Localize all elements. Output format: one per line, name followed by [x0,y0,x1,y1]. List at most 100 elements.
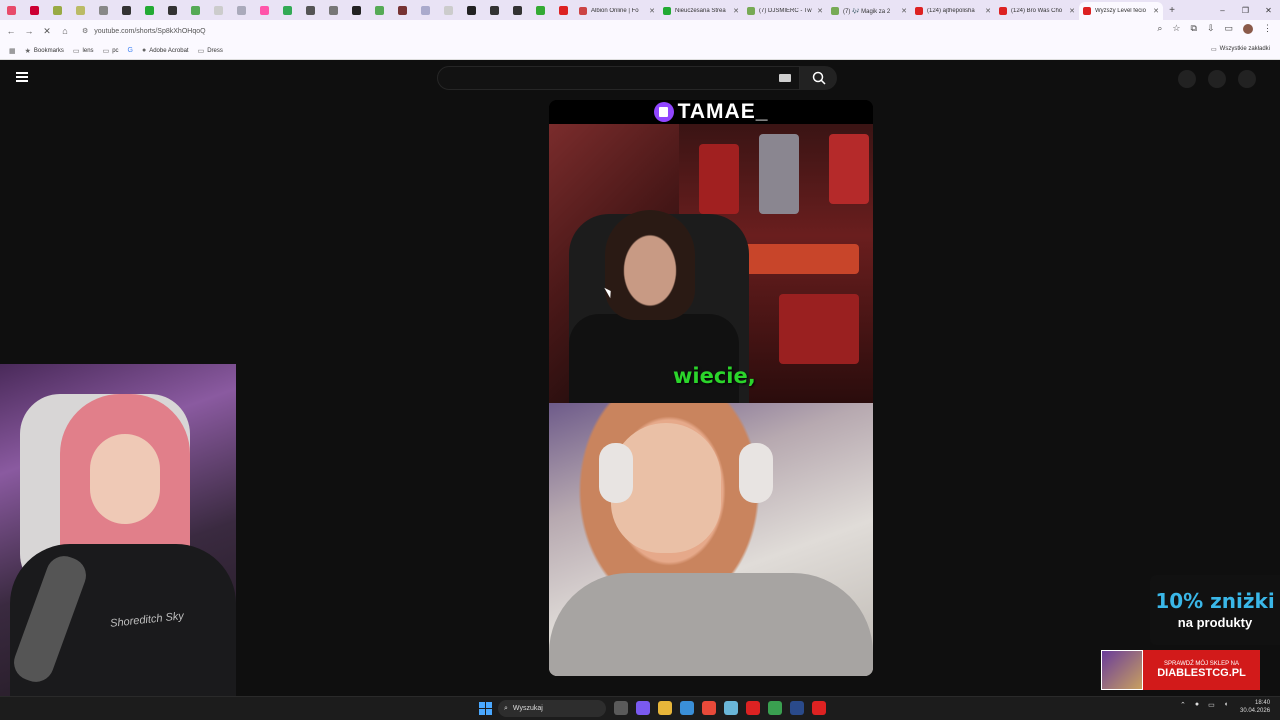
keyboard-icon[interactable] [779,74,791,82]
tab-title: Nieuczesana Strea [675,8,726,14]
cast-icon[interactable]: ▭ [1224,23,1233,34]
tab[interactable]: (7) DJSMIERC - Tw ✕ [743,2,827,20]
stop-icon[interactable]: ✕ [40,26,54,37]
system-tray: ⌃ ● ▭ ◖ [1180,701,1228,709]
pinned-tab[interactable] [23,0,46,20]
taskbar-app-icon[interactable] [790,701,804,715]
tab-favicon-icon [559,5,568,15]
network-icon[interactable]: ▭ [1208,701,1215,709]
tray-chevron-icon[interactable]: ⌃ [1180,701,1186,709]
pinned-tab[interactable] [230,0,253,20]
taskbar-app-icon[interactable] [768,701,782,715]
url-field[interactable]: ⚙ youtube.com/shorts/Sp8kXhOHqoQ [78,23,1158,39]
pinned-tab[interactable] [253,0,276,20]
bookmark-star-icon[interactable]: ☆ [1172,23,1180,34]
pinned-tab[interactable] [391,0,414,20]
pinned-tab[interactable] [322,0,345,20]
minimize-icon[interactable]: – [1211,6,1234,15]
extensions-icon[interactable]: ⧉ [1191,23,1197,34]
bookmark-folder[interactable]: ▭ pc [103,47,119,55]
pinned-tab[interactable] [138,0,161,20]
url-text: youtube.com/shorts/Sp8kXhOHqoQ [94,27,206,35]
hamburger-menu-icon[interactable] [14,70,30,84]
taskbar-app-icon[interactable] [746,701,760,715]
pinned-tab[interactable] [483,0,506,20]
taskbar-search[interactable]: ⌕ Wyszukaj [498,700,606,717]
pinned-tab[interactable] [46,0,69,20]
tab-close-icon[interactable]: ✕ [733,7,739,15]
tab[interactable]: (124) Bro Was Cho ✕ [995,2,1079,20]
tab[interactable]: (7) 🎶 Magik za 2 ✕ [827,2,911,20]
start-button[interactable] [479,702,492,715]
tab[interactable]: Albion Online | Fo ✕ [575,2,659,20]
pinned-tab[interactable] [207,0,230,20]
notifications-icon[interactable] [1208,70,1226,88]
pinned-tab[interactable] [0,0,23,20]
pinned-tab[interactable] [437,0,460,20]
pinned-tab[interactable] [529,0,552,20]
zoom-icon[interactable]: ⌕ [1157,23,1162,34]
streamer-video-top: wiecie, [549,124,873,403]
taskbar-app-icon[interactable] [614,701,628,715]
tab-title: Albion Online | Fo [591,8,639,14]
new-tab-button[interactable]: + [1163,5,1181,16]
pinned-tab[interactable] [299,0,322,20]
pinned-tab[interactable] [276,0,299,20]
tab-close-icon[interactable]: ✕ [1153,7,1159,15]
shorts-video-player[interactable]: TAMAE_ wiecie, [549,100,873,676]
taskbar-app-icon[interactable] [658,701,672,715]
create-icon[interactable] [1178,70,1196,88]
pinned-tab[interactable] [506,0,529,20]
pinned-tab[interactable] [414,0,437,20]
streamer-video-bottom [549,403,873,676]
account-avatar[interactable] [1238,70,1256,88]
channel-name: TAMAE_ [677,100,769,123]
maximize-icon[interactable]: ❐ [1234,6,1257,15]
taskbar-app-icon[interactable] [724,701,738,715]
mic-icon[interactable]: ● [1195,701,1199,709]
pinned-tab[interactable] [69,0,92,20]
profile-avatar[interactable] [1243,23,1253,34]
clock-date: 30.04.2026 [1240,707,1271,714]
apps-icon[interactable]: ▦ [9,47,16,55]
pinned-tab[interactable] [552,0,575,20]
taskbar-app-icon[interactable] [680,701,694,715]
pinned-tab[interactable] [184,0,207,20]
bookmark-item[interactable]: ★ Bookmarks [25,47,64,55]
clock[interactable]: 18:40 30.04.2026 [1240,700,1270,716]
search-input[interactable] [437,66,800,90]
taskbar-app-icon[interactable] [636,701,650,715]
tab-close-icon[interactable]: ✕ [817,7,823,15]
downloads-icon[interactable]: ⇩ [1207,23,1215,34]
pinned-tab[interactable] [368,0,391,20]
tab-close-icon[interactable]: ✕ [1069,7,1075,15]
bookmark-folder[interactable]: ▭ lens [73,47,94,55]
pinned-tab[interactable] [115,0,138,20]
taskbar-app-icon[interactable] [702,701,716,715]
streamer-shirt [549,573,873,676]
all-bookmarks[interactable]: ▭ Wszystkie zakładki [1211,46,1270,53]
tab-close-icon[interactable]: ✕ [985,7,991,15]
tab-close-icon[interactable]: ✕ [649,7,655,15]
bookmark-google[interactable]: G [128,47,133,54]
close-icon[interactable]: ✕ [1257,6,1280,15]
taskbar-app-icon[interactable] [812,701,826,715]
back-icon[interactable]: ← [4,26,18,36]
pinned-tab[interactable] [161,0,184,20]
pinned-tab[interactable] [460,0,483,20]
volume-icon[interactable]: ◖ [1224,701,1228,709]
site-info-icon[interactable]: ⚙ [82,27,88,35]
bookmark-item[interactable]: ● Adobe Acrobat [142,47,189,54]
forward-icon[interactable]: → [22,26,36,36]
search-button[interactable] [800,66,837,90]
tab-favicon-icon [831,7,839,15]
home-icon[interactable]: ⌂ [58,26,72,36]
tab[interactable]: Nieuczesana Strea ✕ [659,2,743,20]
bookmark-folder[interactable]: ▭ Dress [198,47,223,55]
tab-active[interactable]: Wyższy Level fecio ✕ [1079,2,1163,20]
browser-menu-icon[interactable]: ⋮ [1263,23,1272,34]
tab-close-icon[interactable]: ✕ [901,7,907,15]
pinned-tab[interactable] [345,0,368,20]
pinned-tab[interactable] [92,0,115,20]
tab[interactable]: (124) ajthepolisha ✕ [911,2,995,20]
